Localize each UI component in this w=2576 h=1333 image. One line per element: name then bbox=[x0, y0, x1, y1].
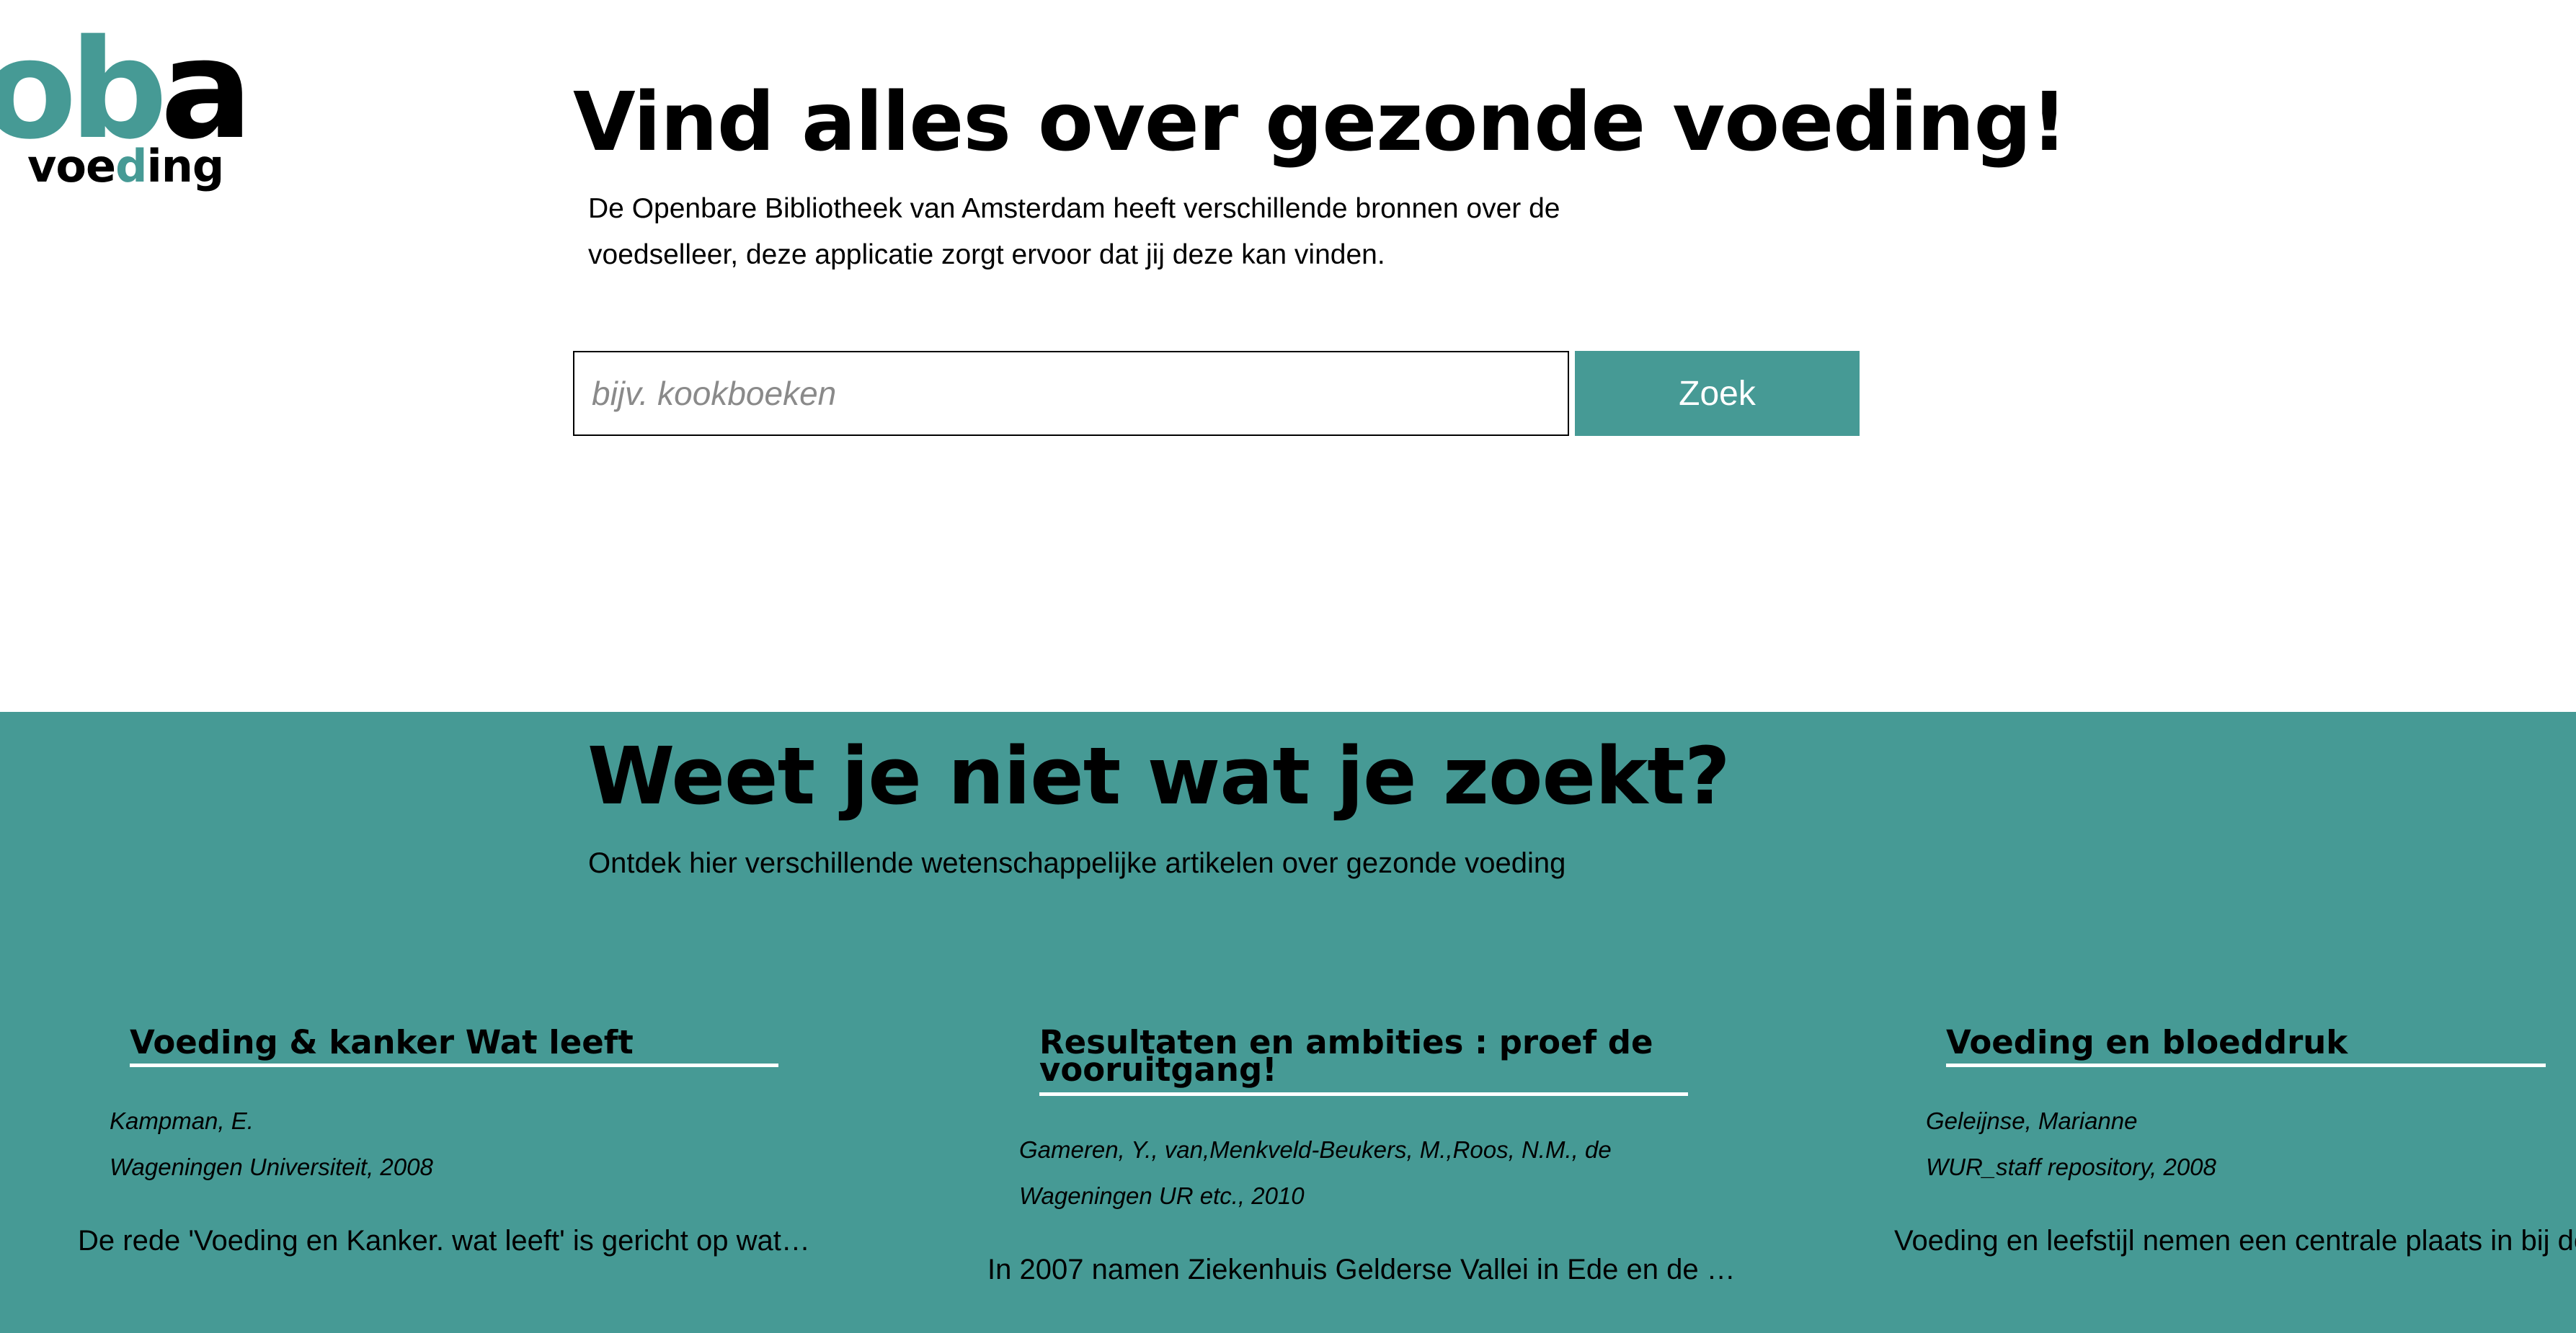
search-form: Zoek bbox=[573, 351, 1860, 436]
article-meta: Geleijnse, Marianne WUR_staff repository… bbox=[1926, 1098, 2216, 1190]
hero-description: De Openbare Bibliotheek van Amsterdam he… bbox=[588, 193, 1560, 270]
article-title-underline bbox=[1946, 1064, 2546, 1067]
article-meta: Gameren, Y., van,Menkveld-Beukers, M.,Ro… bbox=[1019, 1127, 1612, 1219]
article-card[interactable]: Resultaten en ambities : proef de voorui… bbox=[987, 1029, 1795, 1332]
article-publisher: WUR_staff repository, 2008 bbox=[1926, 1154, 2216, 1180]
article-publisher: Wageningen UR etc., 2010 bbox=[1019, 1182, 1305, 1209]
article-author: Gameren, Y., van,Menkveld-Beukers, M.,Ro… bbox=[1019, 1136, 1612, 1163]
page-title: Vind alles over gezonde voeding! bbox=[573, 76, 2068, 169]
logo-wordmark: oba bbox=[0, 22, 253, 159]
article-summary: In 2007 namen Ziekenhuis Gelderse Vallei… bbox=[987, 1254, 1736, 1285]
article-title-underline bbox=[130, 1064, 778, 1067]
logo-sub-d: d bbox=[115, 140, 147, 192]
article-author: Kampman, E. bbox=[110, 1107, 254, 1134]
article-title[interactable]: Voeding & kanker Wat leeft bbox=[130, 1029, 778, 1058]
article-title[interactable]: Voeding en bloeddruk bbox=[1946, 1029, 2546, 1058]
article-card[interactable]: Voeding & kanker Wat leeft Kampman, E. W… bbox=[78, 1029, 885, 1332]
search-button[interactable]: Zoek bbox=[1575, 351, 1860, 436]
article-title-underline bbox=[1039, 1092, 1688, 1096]
article-meta: Kampman, E. Wageningen Universiteit, 200… bbox=[110, 1098, 433, 1190]
discover-section: Weet je niet wat je zoekt? Ontdek hier v… bbox=[0, 712, 2576, 1333]
search-input[interactable] bbox=[573, 351, 1569, 436]
discover-title: Weet je niet wat je zoekt? bbox=[587, 730, 1731, 822]
article-summary: De rede 'Voeding en Kanker. wat leeft' i… bbox=[78, 1225, 810, 1257]
logo-sub-voe: voe bbox=[27, 140, 116, 192]
discover-subtitle: Ontdek hier verschillende wetenschappeli… bbox=[588, 847, 1566, 879]
article-summary: Voeding en leefstijl nemen een centrale … bbox=[1894, 1225, 2576, 1257]
article-title[interactable]: Resultaten en ambities : proef de voorui… bbox=[1039, 1029, 1688, 1086]
article-publisher: Wageningen Universiteit, 2008 bbox=[110, 1154, 433, 1180]
oba-voeding-logo[interactable]: oba voeding bbox=[0, 22, 253, 202]
logo-subtitle: voeding bbox=[27, 140, 224, 192]
logo-sub-ing: ing bbox=[146, 140, 224, 192]
article-author: Geleijnse, Marianne bbox=[1926, 1107, 2138, 1134]
article-card[interactable]: Voeding en bloeddruk Geleijnse, Marianne… bbox=[1894, 1029, 2576, 1332]
